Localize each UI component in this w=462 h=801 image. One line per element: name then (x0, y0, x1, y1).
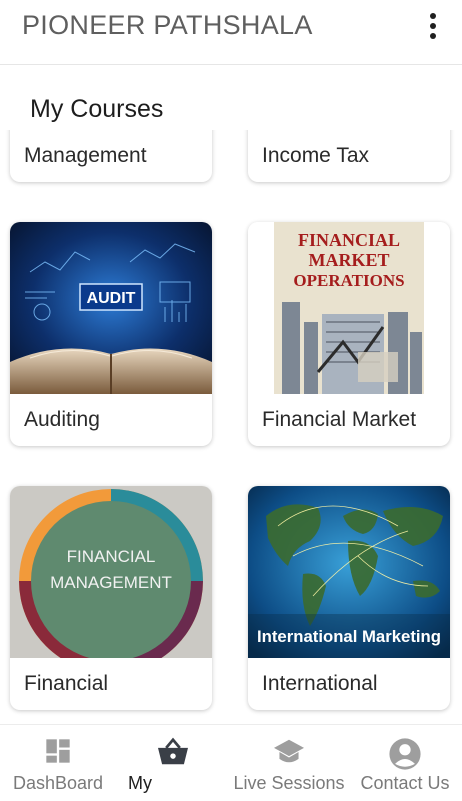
course-label: Financial Market (262, 408, 417, 431)
course-label: Management (24, 144, 147, 167)
course-thumbnail: FINANCIAL MARKET OPERATIONS (248, 222, 450, 394)
thumbnail-text: International Marketing (257, 627, 441, 646)
course-card-auditing[interactable]: AUDIT Auditing (10, 222, 212, 446)
course-thumbnail: International Marketing (248, 486, 450, 658)
thumbnail-text-line-2: MANAGEMENT (50, 573, 172, 592)
thumbnail-text-line-3: OPERATIONS (293, 271, 404, 290)
thumbnail-text-line-1: FINANCIAL (67, 547, 156, 566)
section-title: My Courses (30, 95, 164, 123)
course-card-financial[interactable]: FINANCIAL MANAGEMENT Financial (10, 486, 212, 710)
nav-my[interactable]: My (116, 725, 230, 801)
course-label: Auditing (24, 408, 100, 431)
bottom-navigation: DashBoard My Live Sessions Contact Us (0, 724, 462, 801)
graduation-cap-icon (272, 737, 306, 772)
account-circle-icon (388, 737, 422, 776)
thumbnail-text: AUDIT (87, 290, 136, 307)
nav-contact-us[interactable]: Contact Us (348, 725, 462, 801)
course-card-international[interactable]: International Marketing International (248, 486, 450, 710)
course-card-financial-market[interactable]: FINANCIAL MARKET OPERATIONS Financial Ma… (248, 222, 450, 446)
course-thumbnail: AUDIT (10, 222, 212, 394)
nav-live-sessions[interactable]: Live Sessions (230, 725, 348, 801)
overflow-menu-icon[interactable] (420, 10, 446, 42)
nav-label: Live Sessions (233, 773, 345, 793)
app-bar: PIONEER PATHSHALA (0, 0, 462, 65)
dashboard-icon (44, 737, 72, 770)
course-label: International (262, 672, 378, 695)
course-card-income-tax[interactable]: Income Tax (248, 130, 450, 182)
course-card-management[interactable]: Management (10, 130, 212, 182)
nav-label: Contact Us (360, 773, 450, 793)
course-thumbnail: FINANCIAL MANAGEMENT (10, 486, 212, 658)
course-grid[interactable]: Management Income Tax AUDIT Auditing FIN… (0, 130, 462, 724)
basket-icon (156, 737, 190, 772)
course-label: Income Tax (262, 144, 369, 167)
app-title: PIONEER PATHSHALA (22, 10, 313, 40)
course-label: Financial (24, 672, 109, 695)
thumbnail-text-line-1: FINANCIAL (298, 230, 400, 250)
thumbnail-text-line-2: MARKET (309, 250, 390, 270)
nav-label: My (128, 773, 152, 793)
